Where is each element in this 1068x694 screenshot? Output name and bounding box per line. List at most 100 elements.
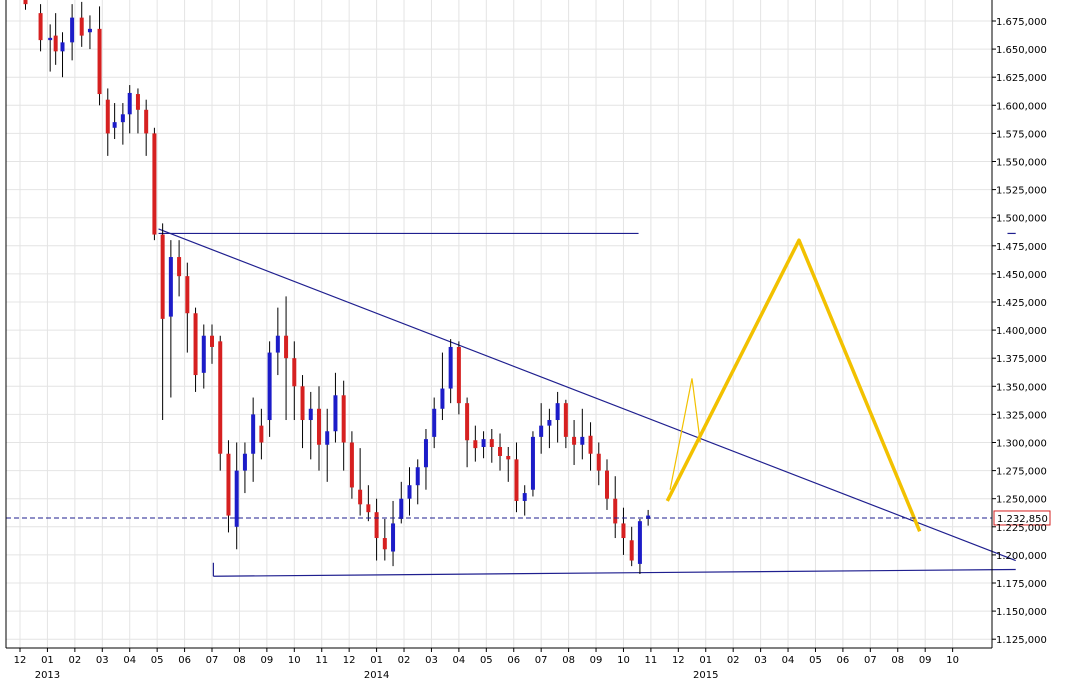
x-tick-label: 12 [672, 655, 685, 666]
candle-body-down [284, 335, 289, 359]
x-tick-label: 04 [453, 655, 466, 666]
candle-body-up [308, 408, 313, 421]
candle-body-down [629, 540, 634, 561]
y-tick-label: 1.450,000 [996, 270, 1047, 281]
candle-body-down [177, 257, 182, 277]
x-tick-label: 02 [398, 655, 411, 666]
x-tick-label: 01 [699, 655, 712, 666]
x-tick-label: 06 [837, 655, 850, 666]
candle-body-down [292, 358, 297, 387]
candle-body-down [358, 489, 363, 505]
x-tick-label: 07 [535, 655, 548, 666]
x-tick-label: 01 [370, 655, 383, 666]
candle-body-down [563, 403, 568, 437]
candle-body-down [105, 99, 110, 134]
candle-body-up [325, 431, 330, 445]
candle-body-down [341, 395, 346, 443]
y-tick-label: 1.600,000 [996, 101, 1047, 112]
candle-body-up [399, 498, 404, 519]
candle-body-down [572, 436, 577, 445]
candle-body-down [596, 453, 601, 471]
candle-body-up [242, 453, 247, 471]
chart: 1.232,850 1.125,000 1.150,000 1.175,000 1.2… [0, 0, 1068, 690]
candle-body-down [97, 28, 102, 95]
candle-body-up [127, 92, 132, 115]
candle-body-up [440, 388, 445, 409]
candle-body-down [316, 408, 321, 445]
candle-body-down [489, 439, 494, 447]
x-tick-label: 09 [919, 655, 932, 666]
candle-body-up [251, 414, 256, 454]
candle-body-down [473, 440, 478, 449]
y-tick-label: 1.225,000 [996, 523, 1047, 534]
y-tick-label: 1.375,000 [996, 354, 1047, 365]
candle-body-up [539, 425, 544, 437]
candle-body-down [605, 470, 610, 499]
x-tick-label: 07 [206, 655, 219, 666]
y-tick-label: 1.525,000 [996, 186, 1047, 197]
candle-body-down [465, 403, 470, 441]
candle-body-up [580, 436, 585, 445]
y-tick-label: 1.150,000 [996, 607, 1047, 618]
candle-body-down [38, 13, 43, 41]
x-tick-label: 03 [425, 655, 438, 666]
candle-body-up [168, 257, 173, 317]
y-tick-label: 1.250,000 [996, 495, 1047, 506]
x-tick-label: 11 [315, 655, 328, 666]
candle-body-up [48, 37, 53, 41]
x-tick-label: 03 [96, 655, 109, 666]
candle-body-down [456, 346, 461, 404]
x-tick-label: 08 [891, 655, 904, 666]
x-tick-label: 11 [645, 655, 658, 666]
x-tick-label: 02 [68, 655, 81, 666]
candle-body-down [152, 133, 157, 235]
x-tick-label: 06 [178, 655, 191, 666]
x-tick-label: 10 [617, 655, 630, 666]
x-tick-label: 12 [343, 655, 356, 666]
candle-body-up [415, 467, 420, 486]
y-tick-label: 1.300,000 [996, 439, 1047, 450]
y-tick-label: 1.350,000 [996, 382, 1047, 393]
y-tick-label: 1.425,000 [996, 298, 1047, 309]
candle-body-down [613, 498, 618, 524]
candle-body-up [555, 403, 560, 421]
x-tick-label: 08 [233, 655, 246, 666]
x-tick-label: 02 [727, 655, 740, 666]
x-tick-label: 04 [123, 655, 136, 666]
y-tick-label: 1.275,000 [996, 467, 1047, 478]
x-tick-label: 05 [151, 655, 164, 666]
candle-body-up [522, 493, 527, 501]
candle-body-up [70, 17, 75, 43]
y-tick-label: 1.200,000 [996, 551, 1047, 562]
y-tick-label: 1.125,000 [996, 635, 1047, 646]
y-tick-label: 1.175,000 [996, 579, 1047, 590]
x-year-label: 2014 [364, 670, 389, 681]
x-tick-label: 01 [41, 655, 54, 666]
candle-body-up [481, 439, 486, 447]
y-tick-label: 1.575,000 [996, 129, 1047, 140]
candle-body-up [112, 122, 117, 128]
candle-body-down [374, 512, 379, 539]
candle-body-down [144, 109, 149, 134]
candle-body-up [547, 420, 552, 426]
candle-body-down [382, 538, 387, 550]
candle-body-down [506, 455, 511, 460]
candle-body-up [275, 335, 280, 353]
candle-body-up [391, 523, 396, 552]
x-tick-label: 05 [480, 655, 493, 666]
candle-body-down [210, 335, 215, 347]
candle-body-up [267, 352, 272, 421]
y-tick-label: 1.500,000 [996, 214, 1047, 225]
candle-body-down [135, 94, 140, 110]
candle-body-up [60, 42, 65, 52]
candle-body-up [530, 436, 535, 490]
x-tick-label: 09 [261, 655, 274, 666]
candle-body-down [259, 425, 264, 443]
candle-body-up [637, 521, 642, 564]
x-tick-label: 06 [507, 655, 520, 666]
x-year-label: 2015 [693, 670, 718, 681]
candle-body-down [160, 234, 165, 319]
candle-body-down [193, 313, 198, 376]
candle-body-down [366, 504, 371, 513]
candle-body-up [201, 335, 206, 373]
